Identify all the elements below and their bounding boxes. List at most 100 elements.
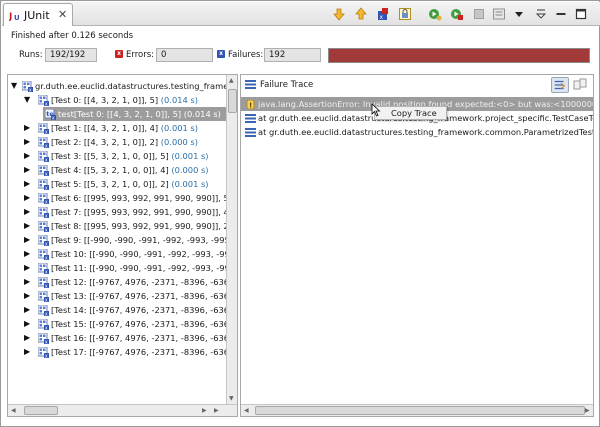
test-suite-row[interactable]: ▶ x [Test 14: [[-9767, 4976, -2371, -8396,…: [8, 303, 237, 317]
tree-row-label: [Test 12: [[-9767, 4976, -2371, -8396, -…: [51, 275, 237, 289]
svg-text:x: x: [45, 270, 48, 274]
trace-horizontal-scroll-thumb[interactable]: [255, 406, 585, 415]
svg-text:x: x: [380, 14, 384, 21]
stack-trace-icon: [245, 80, 256, 89]
scroll-left-arrow-icon[interactable]: ◀: [244, 407, 249, 414]
tree-collapsed-arrow-icon[interactable]: ▶: [24, 219, 33, 233]
test-suite-row[interactable]: ▶ x [Test 15: [[-9767, 4976, -2371, -8396,…: [8, 317, 237, 331]
test-suite-row[interactable]: ▼ x [Test 0: [[4, 3, 2, 1, 0]], 5] (0.014 …: [8, 93, 228, 107]
test-suite-row[interactable]: ▶ x [Test 6: [[995, 993, 992, 991, 990, 99…: [8, 191, 237, 205]
close-icon[interactable]: ✕: [58, 8, 67, 21]
test-suite-row[interactable]: ▶ x [Test 13: [[-9767, 4976, -2371, -8396,…: [8, 289, 237, 303]
copy-trace-menu-item[interactable]: Copy Trace: [391, 108, 437, 118]
test-case-row[interactable]: te x test[Test 0: [[4, 3, 2, 1, 0]], 5] (0…: [43, 107, 228, 121]
tree-collapsed-arrow-icon[interactable]: ▶: [24, 177, 33, 191]
test-suite-row[interactable]: ▶ x [Test 17: [[-9767, 4976, -2371, -8396,…: [8, 345, 237, 359]
tree-collapsed-arrow-icon[interactable]: ▶: [24, 149, 33, 163]
stack-frame-icon: [245, 114, 256, 123]
scroll-right-arrow-icon[interactable]: ▶: [585, 407, 590, 414]
tree-root-suite[interactable]: ▼ x gr.duth.ee.euclid.datastructures.testi…: [8, 79, 237, 93]
trace-stack-line[interactable]: at gr.duth.ee.euclid.datastructures.test…: [241, 125, 593, 139]
test-duration: (0.014 s): [160, 95, 198, 105]
test-suite-row[interactable]: ▶ x [Test 4: [[5, 3, 2, 1, 0, 0]], 4] (0.0…: [8, 163, 228, 177]
tree-row-label: [Test 3: [[5, 3, 2, 1, 0, 0]], 5] (0.001…: [51, 149, 209, 163]
maximize-icon[interactable]: [574, 7, 588, 21]
junit-view-tab[interactable]: J U JUnit ✕: [3, 3, 73, 26]
scroll-up-arrow-icon[interactable]: ▲: [229, 77, 234, 84]
tree-horizontal-scrollbar[interactable]: ◀ ▶ ▶: [8, 404, 237, 416]
tree-horizontal-scroll-thumb[interactable]: [24, 406, 58, 415]
test-name: [Test 11: [[-990, -990, -991, -992, -993…: [51, 263, 238, 273]
tree-row-label: [Test 6: [[995, 993, 992, 991, 990, 990]…: [51, 191, 237, 205]
runs-value: 192/192: [45, 48, 97, 62]
tree-row-label: [Test 8: [[995, 993, 992, 991, 990, 990]…: [51, 219, 237, 233]
scroll-down-arrow-icon[interactable]: ▼: [229, 395, 234, 402]
test-suite-row[interactable]: ▶ x [Test 16: [[-9767, 4976, -2371, -8396,…: [8, 331, 237, 345]
tree-row-label: [Test 7: [[995, 993, 992, 991, 990, 990]…: [51, 205, 237, 219]
trace-horizontal-scrollbar[interactable]: ◀ ▶: [241, 404, 593, 416]
tree-collapsed-arrow-icon[interactable]: ▶: [24, 289, 33, 303]
test-suite-row[interactable]: ▶ x [Test 7: [[995, 993, 992, 991, 990, 99…: [8, 205, 237, 219]
test-progress-bar: [328, 48, 590, 63]
tree-collapsed-arrow-icon[interactable]: ▶: [24, 303, 33, 317]
tree-collapsed-arrow-icon[interactable]: ▶: [24, 345, 33, 359]
previous-failure-icon[interactable]: [354, 7, 368, 21]
test-name: [Test 15: [[-9767, 4976, -2371, -8396, -…: [51, 319, 238, 329]
scroll-lock-icon[interactable]: [398, 7, 412, 21]
svg-text:x: x: [45, 256, 48, 260]
compare-results-icon[interactable]: [573, 78, 587, 92]
tree-collapsed-arrow-icon[interactable]: ▶: [24, 247, 33, 261]
test-history-icon[interactable]: [492, 7, 506, 21]
tree-collapsed-arrow-icon[interactable]: ▶: [24, 135, 33, 149]
test-suite-failed-icon: x: [22, 81, 33, 92]
next-failure-icon[interactable]: [332, 7, 346, 21]
svg-text:U: U: [14, 14, 20, 21]
tree-expanded-arrow-icon[interactable]: ▼: [24, 93, 33, 107]
tree-expanded-arrow-icon[interactable]: ▼: [11, 79, 20, 93]
svg-text:J: J: [9, 12, 12, 21]
minimize-icon[interactable]: [554, 7, 568, 21]
test-suite-row[interactable]: ▶ x [Test 5: [[5, 3, 2, 1, 0, 0]], 2] (0.0…: [8, 177, 228, 191]
filter-stack-trace-icon[interactable]: [551, 77, 569, 93]
failure-trace-panel[interactable]: Failure Trace ! java.lang.AssertionError:…: [240, 74, 594, 417]
tree-collapsed-arrow-icon[interactable]: ▶: [24, 331, 33, 345]
tree-vertical-scrollbar[interactable]: ▲ ▼: [226, 75, 237, 405]
scroll-left-arrow-icon[interactable]: ◀: [11, 407, 16, 414]
tree-collapsed-arrow-icon[interactable]: ▶: [24, 317, 33, 331]
view-tab-bar: J U JUnit ✕ x: [2, 2, 600, 26]
test-suite-failed-icon: x: [38, 305, 49, 316]
tree-collapsed-arrow-icon[interactable]: ▶: [24, 261, 33, 275]
test-suite-row[interactable]: ▶ x [Test 10: [[-990, -990, -991, -992, -9…: [8, 247, 237, 261]
tree-vertical-scroll-thumb[interactable]: [228, 89, 237, 113]
status-message: Finished after 0.126 seconds: [11, 31, 134, 41]
scroll-right-arrow-icon[interactable]: ▶: [202, 407, 207, 414]
rerun-failed-first-icon[interactable]: [450, 7, 464, 21]
tree-collapsed-arrow-icon[interactable]: ▶: [24, 205, 33, 219]
show-failures-only-icon[interactable]: x: [376, 7, 390, 21]
test-suite-failed-icon: x: [38, 165, 49, 176]
failure-trace-title: Failure Trace: [260, 80, 314, 90]
test-suite-row[interactable]: ▶ x [Test 1: [[4, 3, 2, 1, 0]], 4] (0.001 …: [8, 121, 228, 135]
test-suite-row[interactable]: ▶ x [Test 3: [[5, 3, 2, 1, 0, 0]], 5] (0.0…: [8, 149, 228, 163]
tree-collapsed-arrow-icon[interactable]: ▶: [24, 233, 33, 247]
tree-collapsed-arrow-icon[interactable]: ▶: [24, 191, 33, 205]
test-suite-row[interactable]: ▶ x [Test 8: [[995, 993, 992, 991, 990, 99…: [8, 219, 237, 233]
tree-collapsed-arrow-icon[interactable]: ▶: [24, 163, 33, 177]
test-suite-failed-icon: x: [38, 291, 49, 302]
test-suite-row[interactable]: ▶ x [Test 2: [[4, 3, 2, 1, 0]], 2] (0.000 …: [8, 135, 228, 149]
tree-row-label: [Test 1: [[4, 3, 2, 1, 0]], 4] (0.001 s): [51, 121, 198, 135]
test-tree-panel[interactable]: ▼ x gr.duth.ee.euclid.datastructures.testi…: [7, 74, 238, 417]
tree-collapsed-arrow-icon[interactable]: ▶: [24, 275, 33, 289]
test-suite-row[interactable]: ▶ x [Test 11: [[-990, -990, -991, -992, -9…: [8, 261, 237, 275]
test-name: [Test 0: [[4, 3, 2, 1, 0]], 5]: [51, 95, 159, 105]
rerun-test-icon[interactable]: [428, 7, 442, 21]
test-suite-row[interactable]: ▶ x [Test 9: [[-990, -990, -991, -992, -99…: [8, 233, 237, 247]
view-menu-icon[interactable]: [534, 7, 548, 21]
tree-collapsed-arrow-icon[interactable]: ▶: [24, 121, 33, 135]
test-duration: (0.000 s): [160, 137, 198, 147]
scroll-right-arrow-icon[interactable]: ▶: [214, 407, 219, 414]
test-suite-row[interactable]: ▶ x [Test 12: [[-9767, 4976, -2371, -8396,…: [8, 275, 237, 289]
stop-icon[interactable]: [472, 7, 486, 21]
test-suite-failed-icon: x: [38, 179, 49, 190]
history-dropdown-icon[interactable]: [512, 7, 526, 21]
